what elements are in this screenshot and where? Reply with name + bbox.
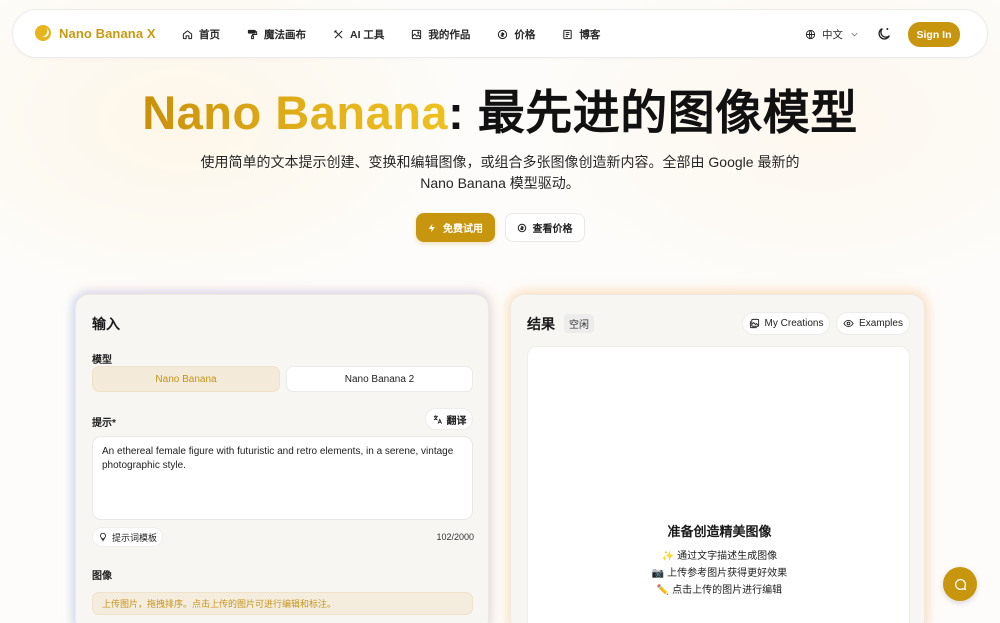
nav-item-label: 首页 — [199, 29, 220, 41]
prompt-textarea[interactable]: An ethereal female figure with futuristi… — [92, 436, 473, 520]
result-panel-title: 结果 — [527, 316, 555, 332]
paint-roller-icon — [246, 29, 258, 41]
brand[interactable]: Nano Banana X — [35, 25, 156, 41]
nav-item-label: 博客 — [579, 29, 601, 41]
chevron-down-icon — [851, 32, 858, 37]
tip-item: ✨ 通过文字描述生成图像 — [661, 551, 778, 562]
translate-label: 翻译 — [446, 415, 467, 427]
nav-item-my-works[interactable]: 我的作品 — [410, 27, 470, 42]
input-panel-title: 输入 — [92, 316, 120, 332]
language-selector[interactable]: 中文 — [805, 27, 860, 42]
sign-in-button[interactable]: Sign In — [908, 22, 960, 47]
image-icon — [410, 29, 422, 41]
hero-title-brand: Nano Banana — [142, 86, 449, 139]
nav-item-label: AI 工具 — [350, 29, 385, 41]
home-icon — [181, 29, 193, 41]
coin-icon — [496, 29, 508, 41]
coin-icon — [517, 223, 526, 232]
gallery-icon — [749, 318, 759, 329]
model-label: 模型 — [92, 355, 112, 366]
translate-button[interactable]: 翻译 — [425, 408, 473, 430]
free-trial-label: 免费试用 — [443, 224, 483, 235]
prompt-template-button[interactable]: 提示词模板 — [92, 527, 163, 547]
theme-toggle-button[interactable] — [876, 26, 892, 42]
nav-menu: 首页 魔法画布 AI 工具 我的作品 价格 博客 — [181, 27, 626, 42]
prompt-label: 提示* — [92, 418, 116, 429]
cta-row: 免费试用 查看价格 — [0, 213, 1000, 242]
my-creations-button[interactable]: My Creations — [742, 312, 830, 335]
chat-button[interactable] — [943, 567, 977, 601]
view-pricing-label: 查看价格 — [532, 224, 573, 235]
examples-button[interactable]: Examples — [836, 312, 910, 335]
ready-title: 准备创造精美图像 — [667, 524, 772, 539]
examples-label: Examples — [859, 318, 903, 329]
tips-list: ✨ 通过文字描述生成图像 📷 上传参考图片获得更好效果 ✏️ 点击上传的图片进行… — [528, 548, 911, 599]
image-upload-dropzone[interactable]: 上传图片，拖拽排序。点击上传的图片可进行编辑和标注。 — [92, 592, 473, 615]
banana-logo-icon — [35, 25, 51, 41]
nav-item-label: 我的作品 — [428, 29, 471, 41]
input-panel: 输入 模型 Nano Banana Nano Banana 2 提示* 翻译 A… — [75, 294, 489, 623]
tip-item: ✏️ 点击上传的图片进行编辑 — [656, 585, 783, 596]
chat-bubble-icon — [954, 578, 966, 590]
status-badge: 空闲 — [564, 314, 594, 333]
result-panel: 结果 空闲 My Creations Examples 准备创造精美图像 ✨ 通… — [510, 294, 925, 623]
nav-item-label: 价格 — [514, 29, 536, 41]
brand-name: Nano Banana X — [59, 25, 156, 41]
model-option-nano-banana[interactable]: Nano Banana — [92, 366, 280, 392]
language-label: 中文 — [822, 29, 843, 41]
nav-item-pricing[interactable]: 价格 — [496, 27, 535, 42]
view-pricing-button[interactable]: 查看价格 — [504, 213, 585, 242]
model-option-nano-banana-2[interactable]: Nano Banana 2 — [286, 366, 473, 392]
nav-item-ai-tools[interactable]: AI 工具 — [332, 27, 384, 42]
image-label: 图像 — [92, 571, 112, 582]
my-creations-label: My Creations — [764, 318, 824, 329]
lightning-icon — [428, 223, 435, 232]
tools-icon — [332, 29, 344, 41]
tip-item: 📷 上传参考图片获得更好效果 — [651, 568, 788, 579]
top-navbar: Nano Banana X 首页 魔法画布 AI 工具 我的作品 价格 博客 中… — [12, 9, 988, 58]
document-icon — [561, 29, 573, 41]
free-trial-button[interactable]: 免费试用 — [415, 213, 495, 242]
prompt-template-label: 提示词模板 — [111, 532, 157, 543]
globe-icon — [805, 29, 816, 40]
hero-subtitle: 使用简单的文本提示创建、变换和编辑图像，或组合多张图像创造新内容。全部由 Goo… — [200, 154, 800, 191]
translate-icon — [433, 414, 442, 424]
nav-item-magic-canvas[interactable]: 魔法画布 — [246, 27, 306, 42]
nav-item-label: 魔法画布 — [264, 29, 306, 41]
lightbulb-icon — [100, 532, 106, 542]
nav-item-blog[interactable]: 博客 — [561, 27, 600, 42]
eye-icon — [843, 319, 854, 328]
moon-icon — [878, 28, 890, 40]
char-counter: 102/2000 — [436, 532, 474, 542]
nav-item-home[interactable]: 首页 — [181, 27, 220, 42]
page-title: Nano Banana: 最先进的图像模型 — [0, 74, 1000, 143]
hero-title-rest: : 最先进的图像模型 — [448, 86, 858, 139]
result-canvas: 准备创造精美图像 ✨ 通过文字描述生成图像 📷 上传参考图片获得更好效果 ✏️ … — [527, 346, 910, 623]
